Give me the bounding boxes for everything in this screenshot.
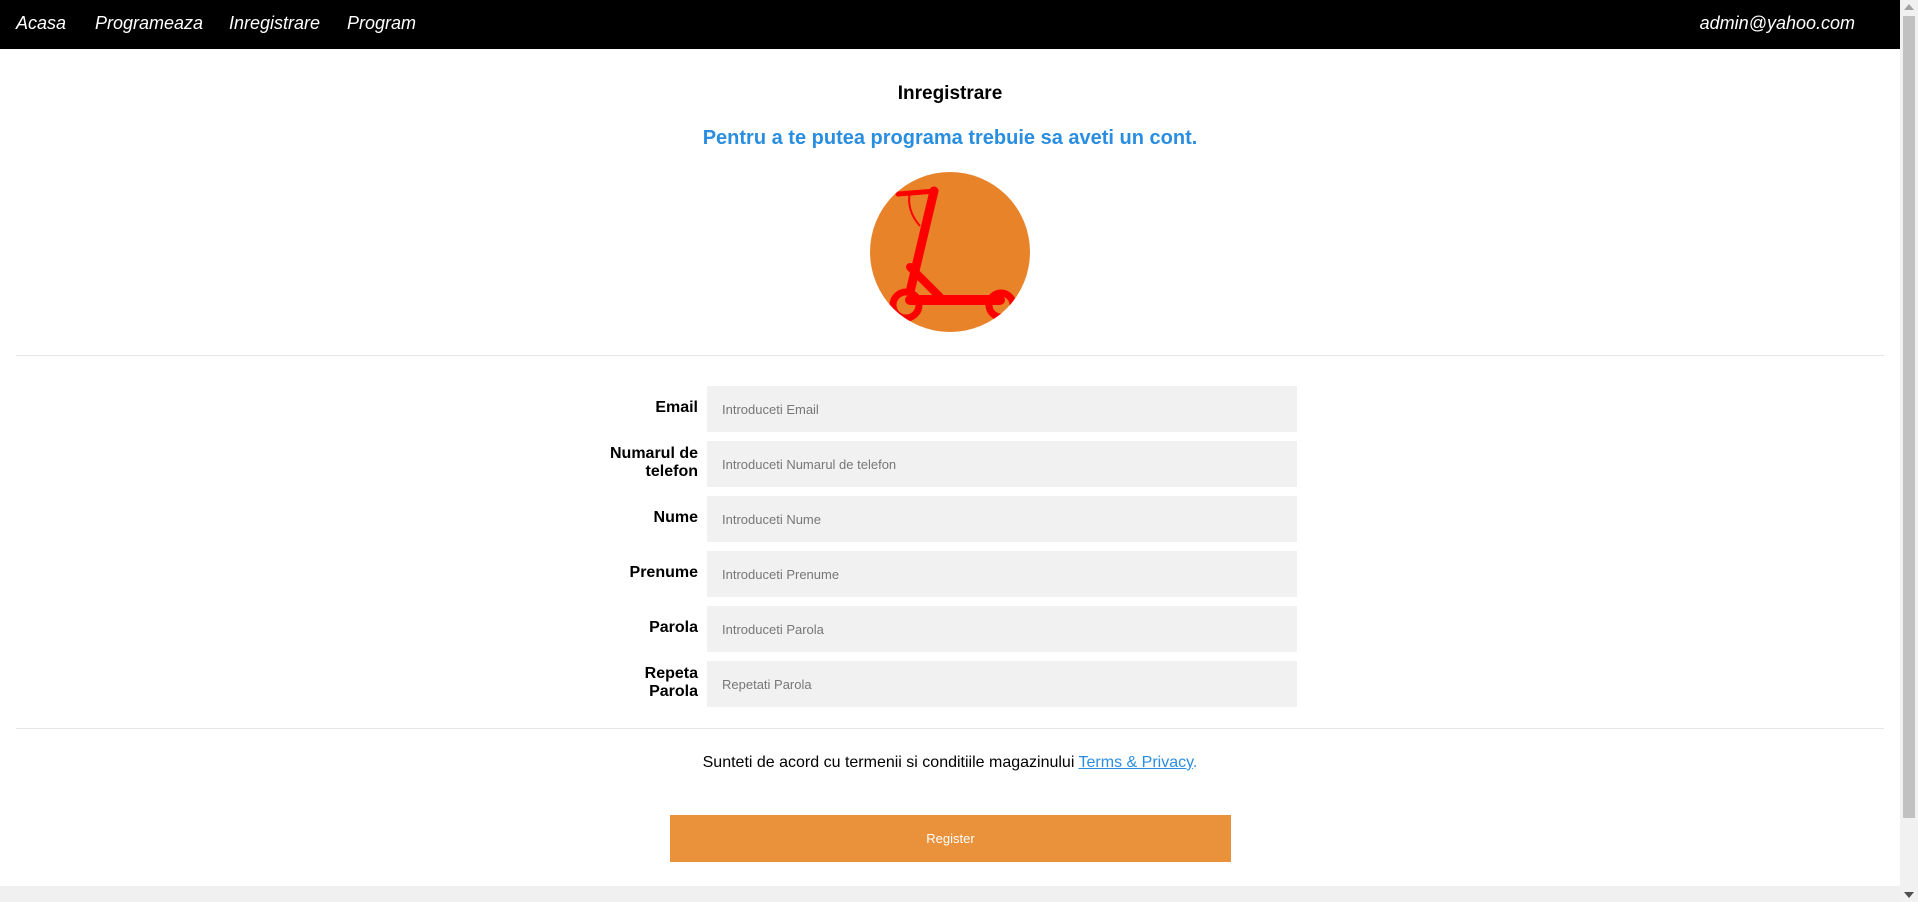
nav-link-programeaza[interactable]: Programeaza	[95, 13, 203, 33]
register-button[interactable]: Register	[670, 815, 1231, 862]
password-field[interactable]	[707, 606, 1297, 652]
email-row: Email	[560, 386, 1300, 432]
nav-link-acasa[interactable]: Acasa	[16, 13, 66, 33]
page-subtitle: Pentru a te putea programa trebuie sa av…	[702, 127, 1198, 149]
divider-top	[16, 355, 1884, 356]
user-email[interactable]: admin@yahoo.com	[1700, 13, 1855, 33]
name-label: Nume	[653, 509, 698, 526]
scooter-logo	[870, 172, 1030, 332]
page-title: Inregistrare	[897, 83, 1003, 104]
surname-field[interactable]	[707, 551, 1297, 597]
vertical-scrollbar[interactable]	[1900, 0, 1918, 902]
password-label: Parola	[649, 619, 698, 636]
email-label: Email	[655, 399, 698, 416]
navbar: Acasa Programeaza Inregistrare Program a…	[0, 0, 1900, 49]
scroll-down-icon[interactable]	[1904, 892, 1914, 898]
repeat-password-label: Repeta Parola	[644, 665, 698, 700]
email-field[interactable]	[707, 386, 1297, 432]
phone-row: Numarul de telefon	[560, 441, 1300, 487]
password-row: Parola	[560, 606, 1300, 652]
repeat-password-field[interactable]	[707, 661, 1297, 707]
divider-bottom	[16, 728, 1884, 729]
nav-link-program[interactable]: Program	[347, 13, 416, 33]
scooter-icon	[889, 186, 1017, 322]
surname-row: Prenume	[560, 551, 1300, 597]
repeat-password-row: Repeta Parola	[560, 661, 1300, 707]
name-row: Nume	[560, 496, 1300, 542]
nav-link-inregistrare[interactable]: Inregistrare	[229, 13, 320, 33]
phone-label: Numarul de telefon	[609, 445, 698, 480]
name-field[interactable]	[707, 496, 1297, 542]
terms-privacy-link[interactable]: Terms & Privacy	[1079, 754, 1193, 771]
scrollbar-thumb[interactable]	[1903, 16, 1915, 818]
phone-field[interactable]	[707, 441, 1297, 487]
surname-label: Prenume	[629, 564, 698, 581]
scroll-up-icon[interactable]	[1904, 4, 1914, 10]
terms-text: Sunteti de acord cu termenii si conditii…	[702, 754, 1198, 771]
horizontal-scrollbar[interactable]	[0, 886, 1900, 902]
